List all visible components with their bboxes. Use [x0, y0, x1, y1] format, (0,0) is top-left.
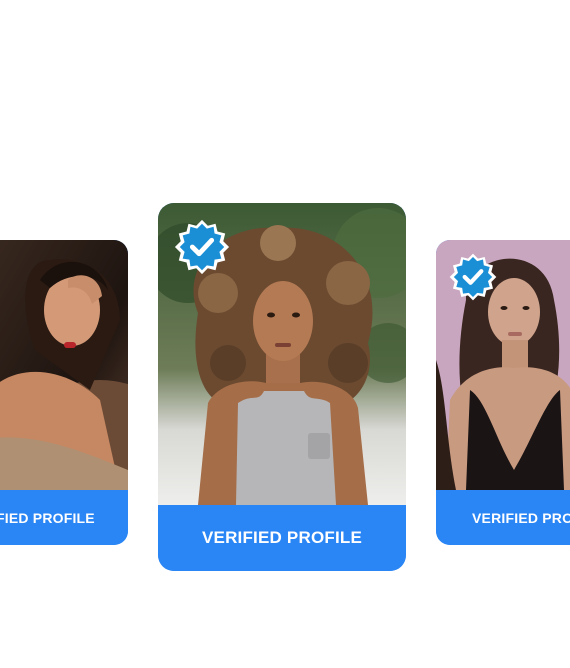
- verified-profile-label-right: VERIFIED PRO: [436, 490, 570, 545]
- profile-card-center[interactable]: VERIFIED PROFILE: [158, 203, 406, 571]
- label-text: VERIFIED PROFILE: [202, 528, 362, 547]
- verified-check-icon: [174, 219, 230, 275]
- verified-check-icon: [449, 253, 497, 301]
- profile-photo-left: [0, 240, 128, 490]
- label-text: VERIFIED PRO: [472, 509, 570, 526]
- profile-card-right[interactable]: VERIFIED PRO: [436, 240, 570, 545]
- verified-profile-label-left: FIED PROFILE: [0, 490, 128, 545]
- verified-profile-label-center: VERIFIED PROFILE: [158, 505, 406, 571]
- profile-card-left[interactable]: FIED PROFILE: [0, 240, 128, 545]
- label-text: FIED PROFILE: [0, 509, 95, 526]
